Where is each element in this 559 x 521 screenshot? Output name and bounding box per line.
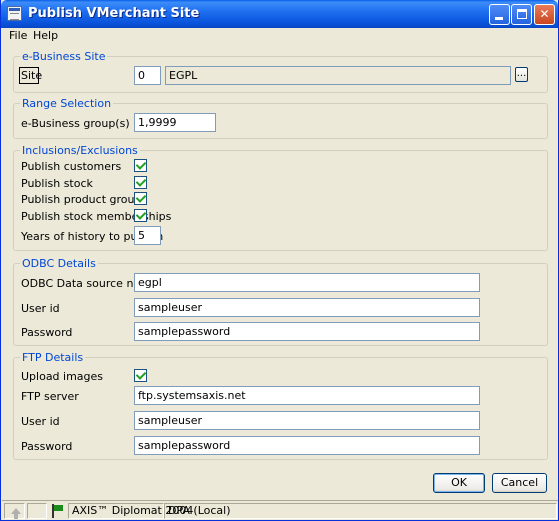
dialog-window: Publish VMerchant Site ✕ File Help e-Bus…	[0, 0, 559, 521]
group-legend-odbc: ODBC Details	[20, 257, 98, 270]
publish-product-groups-label: Publish product groups	[21, 193, 148, 206]
publish-customers-checkbox[interactable]	[134, 159, 147, 172]
upload-images-checkbox[interactable]	[134, 369, 147, 382]
menu-bar: File Help	[2, 28, 558, 45]
window-title: Publish VMerchant Site	[28, 6, 200, 21]
group-legend-ftp: FTP Details	[20, 351, 86, 364]
ok-button[interactable]: OK	[433, 473, 485, 493]
close-button[interactable]: ✕	[534, 4, 555, 25]
ftp-password-input[interactable]: samplepassword	[134, 436, 480, 455]
flag-icon	[52, 504, 64, 518]
publish-stock-memberships-checkbox[interactable]	[134, 209, 147, 222]
ftp-server-input[interactable]: ftp.systemsaxis.net	[134, 386, 480, 405]
status-cell-empty	[27, 503, 47, 519]
minimize-button[interactable]	[489, 4, 510, 25]
odbc-password-input[interactable]: samplepassword	[134, 322, 480, 341]
ftp-user-input[interactable]: sampleuser	[134, 411, 480, 430]
minimize-icon	[495, 17, 503, 20]
group-legend-inclusions: Inclusions/Exclusions	[20, 144, 140, 157]
publish-product-groups-checkbox[interactable]	[134, 192, 147, 205]
cancel-button[interactable]: Cancel	[492, 473, 547, 493]
status-product: AXIS™ Diplomat 2004	[68, 503, 193, 519]
maximize-button[interactable]	[511, 4, 532, 25]
ftp-user-label: User id	[21, 415, 60, 428]
menu-help[interactable]: Help	[33, 29, 58, 42]
years-history-input[interactable]: 5	[134, 226, 161, 245]
publish-stock-label: Publish stock	[21, 177, 93, 190]
status-connection: DPA (Local)	[164, 503, 557, 519]
odbc-user-input[interactable]: sampleuser	[134, 298, 480, 317]
maximize-icon	[517, 9, 527, 19]
app-window-icon	[7, 6, 22, 21]
publish-stock-checkbox[interactable]	[134, 176, 147, 189]
status-cell-nav	[4, 503, 25, 519]
odbc-user-label: User id	[21, 302, 60, 315]
title-bar[interactable]: Publish VMerchant Site ✕	[1, 0, 558, 28]
menu-file[interactable]: File	[9, 29, 27, 42]
site-name-field: EGPL	[165, 66, 511, 85]
odbc-dsn-input[interactable]: egpl	[134, 273, 480, 292]
ftp-password-label: Password	[21, 440, 73, 453]
site-label: Site	[19, 67, 43, 84]
status-bar: AXIS™ Diplomat 2004 DPA (Local)	[2, 500, 558, 520]
publish-customers-label: Publish customers	[21, 160, 122, 173]
ebusiness-groups-input[interactable]: 1,9999	[134, 113, 216, 132]
site-browse-button[interactable]: ...	[515, 67, 528, 82]
site-code-input[interactable]: 0	[134, 66, 161, 85]
upload-images-label: Upload images	[21, 370, 104, 383]
odbc-password-label: Password	[21, 326, 73, 339]
group-legend-ebusiness-site: e-Business Site	[20, 50, 108, 63]
up-arrow-icon	[11, 508, 22, 519]
ebusiness-groups-label: e-Business group(s)	[21, 117, 130, 130]
publish-stock-memberships-label: Publish stock memberships	[21, 210, 172, 223]
ftp-server-label: FTP server	[21, 390, 79, 403]
close-icon: ✕	[539, 7, 550, 21]
group-legend-range-selection: Range Selection	[20, 97, 114, 110]
